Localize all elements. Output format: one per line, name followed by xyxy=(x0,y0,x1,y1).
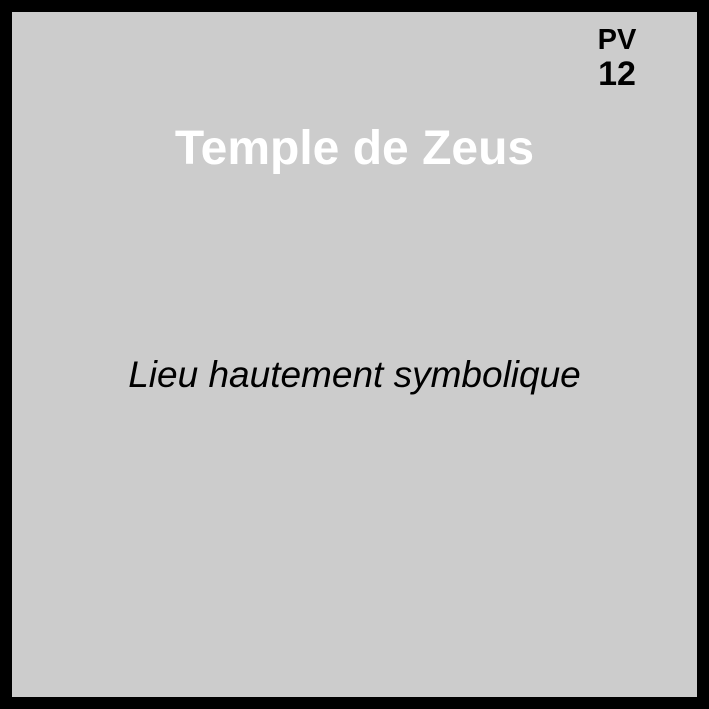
victory-points-label: PV xyxy=(597,24,637,56)
victory-points-badge: PV 12 xyxy=(587,24,647,93)
victory-points-value: 12 xyxy=(598,55,636,93)
card-title: Temple de Zeus xyxy=(174,122,535,175)
card-description: Lieu hautement symbolique xyxy=(128,354,581,395)
game-card: PV 12 Temple de Zeus Lieu hautement symb… xyxy=(12,12,697,697)
